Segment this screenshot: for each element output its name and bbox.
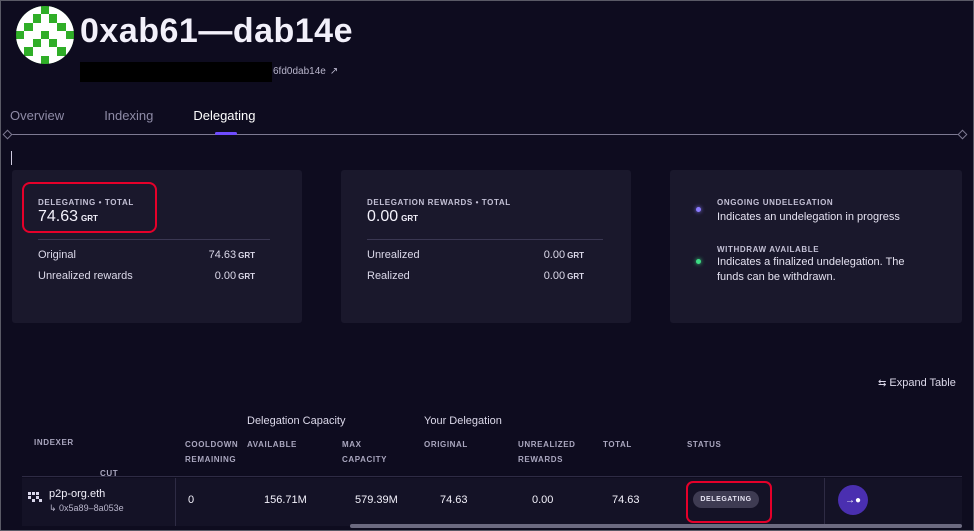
unrealized-rewards-value: 0.00 GRT bbox=[175, 270, 255, 282]
col-unrealized-line1: UNREALIZED bbox=[518, 440, 576, 449]
col-unrealized-rewards[interactable]: UNREALIZED REWARDS bbox=[518, 437, 576, 467]
expand-table-label: Expand Table bbox=[889, 377, 956, 389]
highlight-box-delegating-total bbox=[22, 182, 157, 233]
highlight-box-status bbox=[686, 481, 772, 523]
unrealized-label: Unrealized bbox=[367, 249, 420, 261]
table-row[interactable] bbox=[22, 478, 962, 526]
original-amount: 74.63 bbox=[208, 249, 237, 261]
realized-value: 0.00 GRT bbox=[504, 270, 584, 282]
expand-icon: ⇆ bbox=[878, 378, 887, 389]
cell-original: 74.63 bbox=[440, 494, 468, 506]
rewards-total: 0.00 GRT bbox=[367, 208, 418, 226]
ongoing-undelegation-desc: Indicates an undelegation in progress bbox=[717, 211, 900, 223]
col-max-line1: MAX bbox=[342, 440, 362, 449]
cell-cooldown: 0 bbox=[188, 494, 195, 506]
card-divider bbox=[38, 239, 270, 240]
unrealized-rewards-amount: 0.00 bbox=[214, 270, 237, 282]
undelegate-action-button[interactable]: →● bbox=[838, 485, 868, 515]
rewards-summary-card: DELEGATION REWARDS • TOTAL 0.00 GRT Unrea… bbox=[341, 170, 631, 323]
unrealized-unit: GRT bbox=[567, 251, 584, 260]
original-unit: GRT bbox=[238, 251, 255, 260]
text-cursor bbox=[11, 151, 12, 165]
group-delegation-capacity: Delegation Capacity bbox=[247, 415, 346, 427]
unrealized-amount: 0.00 bbox=[543, 249, 566, 261]
realized-label: Realized bbox=[367, 270, 410, 282]
rewards-total-label: DELEGATION REWARDS • TOTAL bbox=[367, 198, 511, 207]
account-avatar bbox=[16, 6, 74, 64]
unrealized-value: 0.00 GRT bbox=[504, 249, 584, 261]
realized-unit: GRT bbox=[567, 272, 584, 281]
tab-divider bbox=[6, 134, 966, 135]
indexer-logo-icon bbox=[28, 492, 42, 502]
table-header-divider bbox=[22, 476, 962, 477]
redacted-address bbox=[80, 62, 272, 82]
unrealized-rewards-label: Unrealized rewards bbox=[38, 270, 133, 282]
group-your-delegation: Your Delegation bbox=[424, 415, 502, 427]
tab-delegating[interactable]: Delegating bbox=[193, 108, 255, 130]
indexer-address: ↳ 0x5a89–8a053e bbox=[49, 503, 124, 513]
ongoing-undelegation-title: ONGOING UNDELEGATION bbox=[717, 198, 834, 207]
col-unrealized-line2: REWARDS bbox=[518, 455, 564, 464]
ongoing-undelegation-dot-icon bbox=[696, 207, 701, 212]
col-cooldown-line1: COOLDOWN bbox=[185, 440, 239, 449]
col-cooldown[interactable]: COOLDOWN REMAINING bbox=[185, 437, 238, 467]
rewards-total-value: 0.00 bbox=[367, 208, 399, 225]
cell-max-capacity: 579.39M bbox=[355, 494, 398, 506]
account-title: 0xab61—dab14e bbox=[80, 12, 353, 50]
column-divider bbox=[175, 478, 176, 526]
tab-overview[interactable]: Overview bbox=[10, 108, 64, 130]
card-divider bbox=[367, 239, 603, 240]
col-max-capacity[interactable]: MAX CAPACITY bbox=[342, 437, 387, 467]
withdraw-available-desc-line2: funds can be withdrawn. bbox=[717, 271, 836, 283]
external-link-icon: ↗ bbox=[329, 66, 339, 77]
tab-bar: Overview Indexing Delegating bbox=[10, 108, 296, 130]
original-label: Original bbox=[38, 249, 76, 261]
col-max-line2: CAPACITY bbox=[342, 455, 388, 464]
horizontal-scrollbar[interactable] bbox=[350, 524, 962, 528]
unrealized-rewards-unit: GRT bbox=[238, 272, 255, 281]
cell-unrealized: 0.00 bbox=[532, 494, 554, 506]
rewards-total-unit: GRT bbox=[401, 214, 419, 223]
col-cooldown-line2: REMAINING bbox=[185, 455, 237, 464]
col-total[interactable]: TOTAL bbox=[603, 437, 632, 452]
col-indexer[interactable]: INDEXER bbox=[34, 435, 74, 450]
original-value: 74.63 GRT bbox=[175, 249, 255, 261]
indexer-name[interactable]: p2p-org.eth bbox=[49, 488, 105, 500]
address-suffix: 6fd0dab14e bbox=[273, 66, 326, 77]
tab-indexing[interactable]: Indexing bbox=[104, 108, 153, 130]
col-status[interactable]: STATUS bbox=[687, 437, 721, 452]
withdraw-available-dot-icon bbox=[696, 259, 701, 264]
column-divider bbox=[824, 478, 825, 526]
col-original[interactable]: ORIGINAL bbox=[424, 437, 468, 452]
cell-total: 74.63 bbox=[612, 494, 640, 506]
col-available[interactable]: AVAILABLE bbox=[247, 437, 297, 452]
cell-available: 156.71M bbox=[264, 494, 307, 506]
status-legend-card: ONGOING UNDELEGATION Indicates an undele… bbox=[670, 170, 962, 323]
realized-amount: 0.00 bbox=[543, 270, 566, 282]
arrow-user-icon: →● bbox=[844, 494, 862, 506]
withdraw-available-desc-line1: Indicates a finalized undelegation. The bbox=[717, 256, 905, 268]
expand-table-button[interactable]: ⇆ Expand Table bbox=[878, 377, 956, 389]
account-address-link[interactable]: 6fd0dab14e ↗ bbox=[273, 66, 338, 77]
withdraw-available-title: WITHDRAW AVAILABLE bbox=[717, 245, 820, 254]
active-tab-indicator bbox=[215, 132, 237, 135]
